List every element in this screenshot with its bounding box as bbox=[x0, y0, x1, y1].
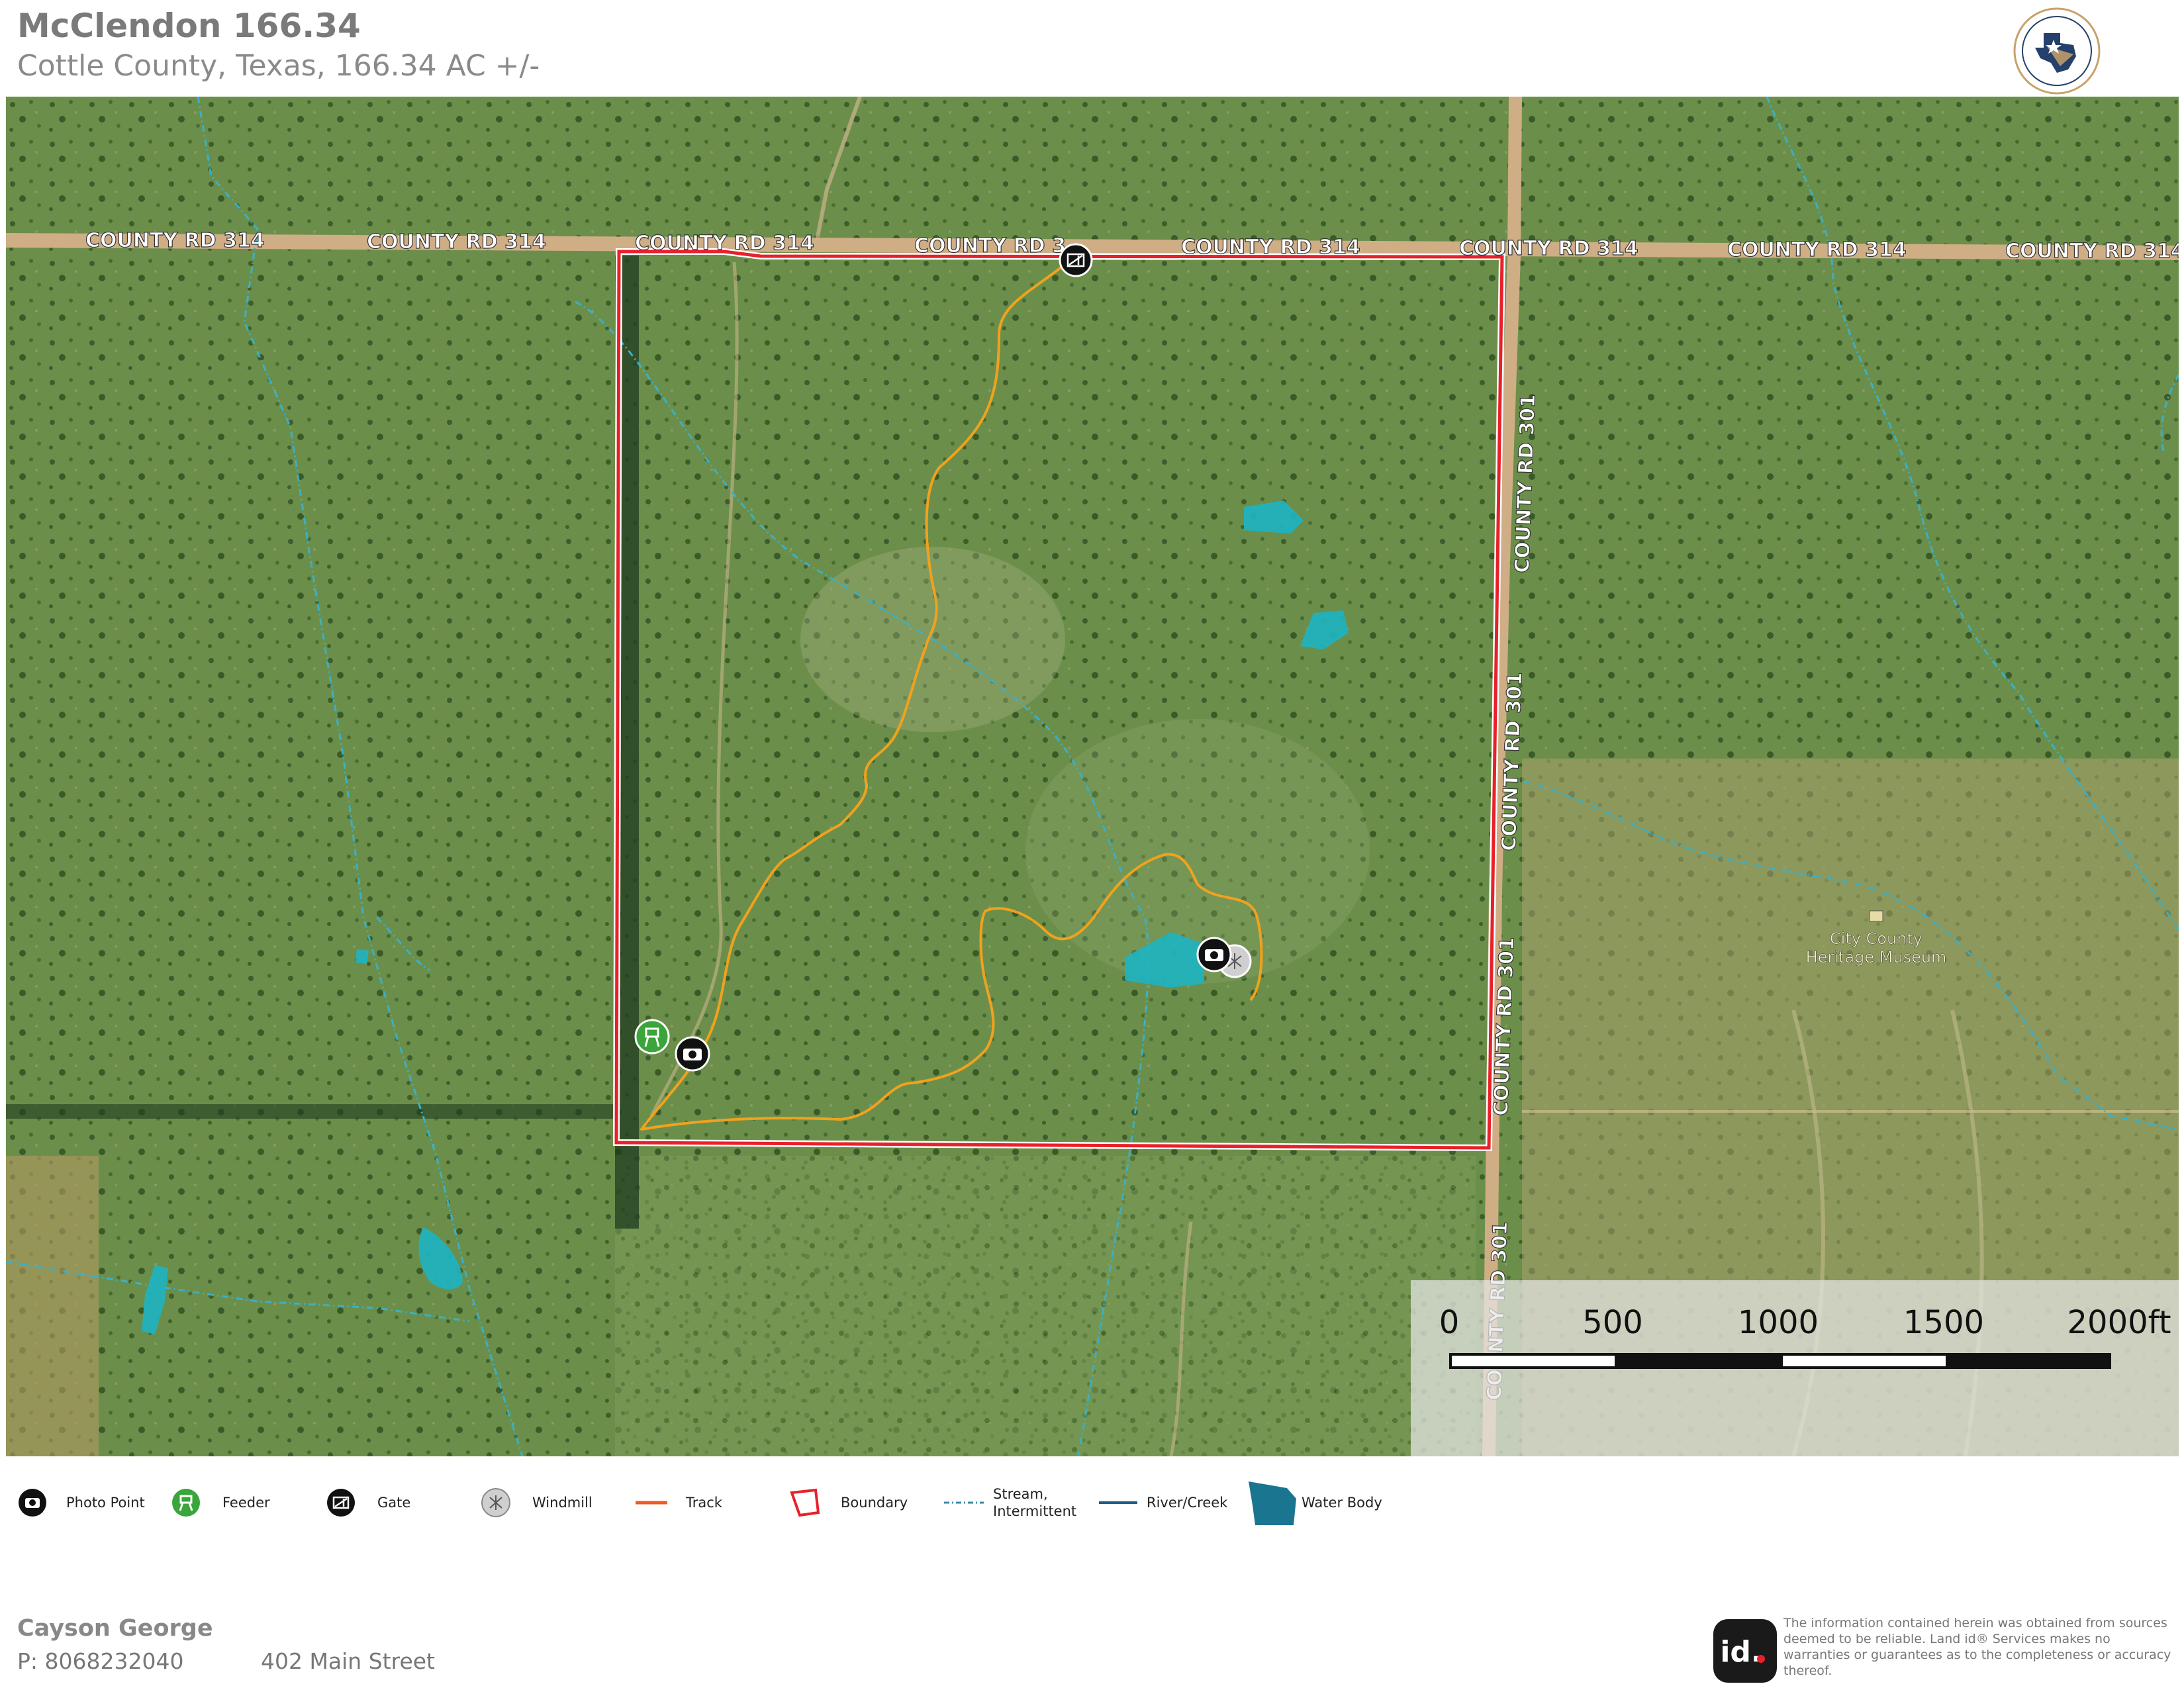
map-legend: Photo Point Feeder Gate Windmill Track B… bbox=[0, 1473, 2184, 1536]
legend-river: River/Creek bbox=[1099, 1473, 1227, 1532]
agent-address: 402 Main Street bbox=[260, 1648, 435, 1674]
aerial-map[interactable]: COUNTY RD 314 COUNTY RD 314 COUNTY RD 31… bbox=[6, 97, 2179, 1456]
land-id-logo: id. bbox=[1713, 1619, 1777, 1683]
legend-stream: Stream, Intermittent bbox=[944, 1473, 1076, 1532]
legend-windmill: Windmill bbox=[481, 1473, 593, 1532]
boundary-icon bbox=[790, 1488, 820, 1517]
scale-label: 0 bbox=[1439, 1304, 1460, 1341]
museum-label: City County bbox=[1830, 929, 1923, 948]
legend-label: Photo Point bbox=[66, 1495, 145, 1511]
road-label-314: COUNTY RD 314 bbox=[1459, 237, 1638, 260]
river-line-icon bbox=[1099, 1501, 1137, 1504]
scale-label: 2000ft bbox=[2067, 1304, 2171, 1341]
feeder-icon bbox=[172, 1489, 200, 1517]
agent-name: Cayson George bbox=[17, 1615, 213, 1642]
legend-feeder: Feeder bbox=[171, 1473, 270, 1532]
scale-label: 1000 bbox=[1737, 1304, 1819, 1341]
scale-bar-graphic bbox=[1449, 1353, 2111, 1369]
legend-label: Gate bbox=[377, 1495, 411, 1511]
legend-label-line: Stream, bbox=[993, 1486, 1048, 1502]
legend-label: Feeder bbox=[222, 1495, 270, 1511]
road-label-314-partial: COUNTY RD 3 bbox=[914, 234, 1066, 258]
disclaimer-block: id. The information contained herein was… bbox=[1713, 1615, 2177, 1683]
scale-bar: 0 500 1000 1500 2000ft bbox=[1411, 1280, 2179, 1456]
agent-contact: P: 8068232040 402 Main Street bbox=[17, 1648, 435, 1674]
feeder-marker[interactable] bbox=[634, 1019, 670, 1055]
scale-label: 500 bbox=[1582, 1304, 1643, 1341]
photo-point-marker[interactable] bbox=[1196, 937, 1232, 972]
legend-label: Track bbox=[686, 1495, 722, 1511]
road-label-314: COUNTY RD 314 bbox=[1727, 238, 1907, 261]
map-title: McClendon 166.34 bbox=[17, 7, 361, 45]
road-label-314: COUNTY RD 314 bbox=[85, 229, 265, 252]
legend-label-line: Intermittent bbox=[993, 1503, 1077, 1519]
disclaimer-text: The information contained herein was obt… bbox=[1783, 1616, 2171, 1678]
water-body-icon bbox=[1249, 1481, 1296, 1525]
camera-icon bbox=[19, 1489, 46, 1517]
track-line-icon bbox=[636, 1501, 667, 1505]
gate-icon bbox=[327, 1489, 355, 1517]
museum-icon bbox=[1869, 910, 1883, 922]
legend-water-body: Water Body bbox=[1247, 1473, 1382, 1532]
stream-line-icon bbox=[944, 1501, 984, 1504]
windmill-icon bbox=[481, 1488, 510, 1517]
legend-gate: Gate bbox=[326, 1473, 410, 1532]
legend-boundary: Boundary bbox=[789, 1473, 908, 1532]
museum-label: Heritage Museum bbox=[1806, 948, 1947, 966]
road-label-314: COUNTY RD 314 bbox=[1181, 236, 1360, 259]
land-id-logo-text: id. bbox=[1720, 1635, 1762, 1669]
agent-phone: P: 8068232040 bbox=[17, 1648, 184, 1674]
map-subtitle: Cottle County, Texas, 166.34 AC +/- bbox=[17, 49, 540, 83]
company-logo bbox=[2007, 7, 2107, 96]
road-label-314: COUNTY RD 314 bbox=[2005, 240, 2179, 263]
legend-label: Boundary bbox=[841, 1495, 908, 1511]
gate-marker[interactable] bbox=[1059, 243, 1093, 277]
legend-label: River/Creek bbox=[1147, 1495, 1228, 1511]
road-label-314: COUNTY RD 314 bbox=[635, 232, 814, 255]
legend-photo-point: Photo Point bbox=[17, 1473, 145, 1532]
legend-track: Track bbox=[636, 1473, 722, 1532]
photo-point-marker[interactable] bbox=[675, 1036, 710, 1072]
legend-label: Water Body bbox=[1302, 1495, 1382, 1511]
scale-label: 1500 bbox=[1903, 1304, 1985, 1341]
legend-label: Windmill bbox=[532, 1495, 593, 1511]
legend-label: Stream, Intermittent bbox=[993, 1485, 1076, 1520]
terrain-layer bbox=[6, 97, 2179, 1456]
road-label-314: COUNTY RD 314 bbox=[367, 230, 546, 254]
agent-info: Cayson George P: 8068232040 402 Main Str… bbox=[17, 1615, 435, 1674]
